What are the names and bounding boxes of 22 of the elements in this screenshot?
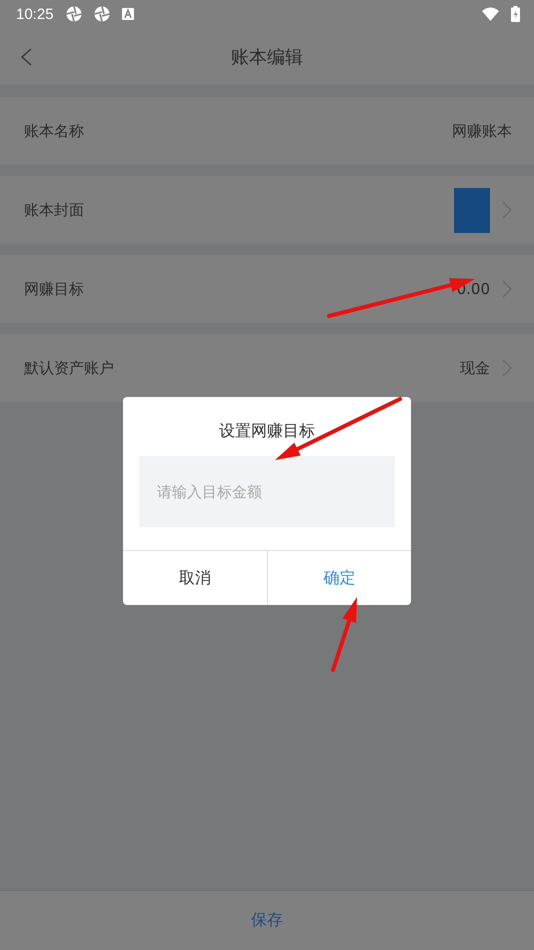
dialog-title: 设置网赚目标 — [219, 421, 315, 440]
amount-field[interactable]: 请输入目标金额 — [139, 456, 395, 527]
row-value: 网赚账本 — [452, 122, 512, 140]
page-title: 账本编辑 — [231, 46, 303, 68]
row-label: 账本名称 — [24, 122, 85, 140]
cover-swatch — [454, 188, 490, 232]
row-value: 现金 — [460, 358, 490, 378]
notification-icon — [122, 8, 134, 20]
settings-row[interactable]: 默认资产账户 现金 — [0, 334, 534, 402]
settings-row[interactable]: 账本名称 网赚账本 — [0, 97, 534, 165]
aperture-icon — [94, 6, 110, 22]
cancel-button[interactable]: 取消 — [123, 551, 266, 605]
battery-icon — [511, 6, 520, 22]
status-time: 10:25 — [16, 6, 54, 22]
aperture-icon — [66, 6, 82, 22]
row-label: 默认资产账户 — [24, 358, 115, 378]
row-label: 账本封面 — [24, 200, 85, 220]
back-icon[interactable] — [20, 48, 32, 66]
row-label: 网赚目标 — [24, 280, 85, 298]
save-button[interactable]: 保存 — [231, 904, 303, 937]
wifi-icon — [482, 7, 499, 21]
settings-row[interactable]: 账本封面 — [0, 176, 534, 244]
